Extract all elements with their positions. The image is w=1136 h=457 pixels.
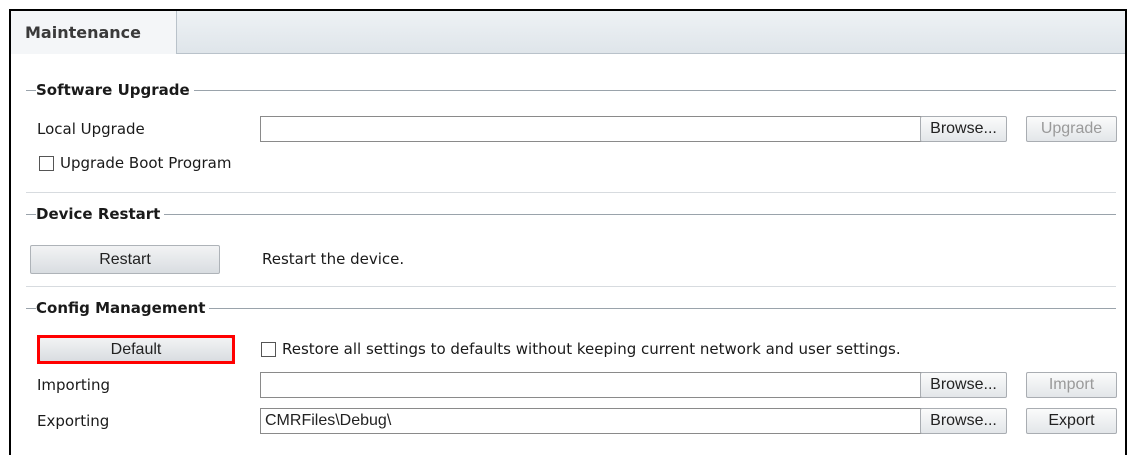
upgrade-boot-program-checkbox[interactable] [39,156,54,171]
tab-maintenance[interactable]: Maintenance [11,11,177,54]
import-browse-button[interactable]: Browse... [920,372,1007,398]
default-button[interactable]: Default [39,337,233,362]
export-button[interactable]: Export [1026,408,1117,434]
export-path-input[interactable]: CMRFiles\Debug\ [260,408,932,434]
software-upgrade-section: Software Upgrade Local Upgrade Browse...… [26,80,1117,193]
local-upgrade-label: Local Upgrade [37,120,145,138]
device-restart-section: Device Restart Restart Restart the devic… [26,204,1116,287]
restore-defaults-label: Restore all settings to defaults without… [282,340,901,358]
upgrade-boot-program-label: Upgrade Boot Program [60,154,232,172]
upgrade-button[interactable]: Upgrade [1026,116,1117,142]
config-management-section: Config Management Default Restore all se… [26,298,1117,457]
import-button[interactable]: Import [1026,372,1117,398]
import-file-input[interactable] [260,372,932,398]
software-upgrade-title: Software Upgrade [36,80,194,100]
local-upgrade-file-input[interactable] [260,116,930,142]
exporting-label: Exporting [37,412,110,430]
restart-description: Restart the device. [262,250,405,268]
device-restart-title: Device Restart [36,204,165,224]
importing-label: Importing [37,376,110,394]
restore-defaults-checkbox[interactable] [261,342,276,357]
local-upgrade-browse-button[interactable]: Browse... [920,116,1007,142]
maintenance-panel: Maintenance Software Upgrade Local Upgra… [9,9,1127,455]
tab-bar: Maintenance [11,11,1125,54]
config-management-title: Config Management [36,298,210,318]
restart-button[interactable]: Restart [30,245,220,274]
export-browse-button[interactable]: Browse... [920,408,1007,434]
